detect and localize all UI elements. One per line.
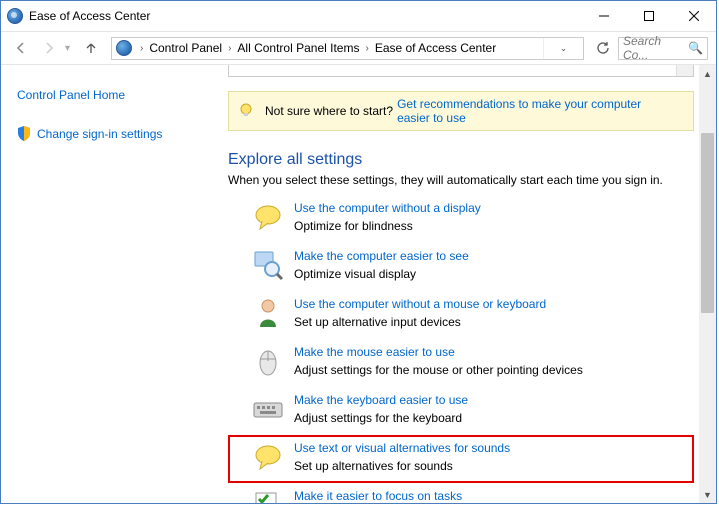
- setting-link[interactable]: Use the computer without a display: [294, 201, 481, 215]
- keyboard-icon: [252, 393, 284, 425]
- sidebar-signin-link[interactable]: Change sign-in settings: [17, 121, 204, 146]
- maximize-button[interactable]: [626, 2, 671, 31]
- scroll-up-button[interactable]: ▲: [699, 65, 716, 82]
- crumb-ease-of-access[interactable]: Ease of Access Center: [373, 41, 498, 55]
- crumb-control-panel[interactable]: Control Panel: [147, 41, 224, 55]
- recommendation-link[interactable]: Get recommendations to make your compute…: [397, 97, 677, 125]
- setting-item-no-mouse-keyboard: Use the computer without a mouse or keyb…: [228, 291, 694, 339]
- setting-desc: Adjust settings for the keyboard: [294, 411, 468, 425]
- close-button[interactable]: [671, 2, 716, 31]
- address-icon: [116, 40, 132, 56]
- setting-link[interactable]: Use the computer without a mouse or keyb…: [294, 297, 546, 311]
- setting-link[interactable]: Make the keyboard easier to use: [294, 393, 468, 407]
- crumb-all-items[interactable]: All Control Panel Items: [235, 41, 361, 55]
- address-bar[interactable]: › Control Panel › All Control Panel Item…: [111, 37, 584, 60]
- navbar: ▾ › Control Panel › All Control Panel It…: [1, 31, 716, 65]
- setting-item-sound-alternatives: Use text or visual alternatives for soun…: [228, 435, 694, 483]
- magnifier-icon: [252, 249, 284, 281]
- recent-dropdown[interactable]: ▾: [65, 43, 75, 54]
- setting-link[interactable]: Use text or visual alternatives for soun…: [294, 441, 510, 455]
- crumb-sep-icon: ›: [136, 43, 147, 54]
- sidebar-signin-label: Change sign-in settings: [37, 127, 162, 141]
- scroll-down-button[interactable]: ▼: [699, 486, 716, 503]
- window-title: Ease of Access Center: [29, 9, 150, 23]
- setting-item-focus-tasks: Make it easier to focus on tasks: [228, 483, 694, 503]
- page-subheading: When you select these settings, they wil…: [228, 173, 694, 187]
- speech-bubble-icon: [252, 441, 284, 473]
- setting-desc: Adjust settings for the mouse or other p…: [294, 363, 583, 377]
- lightbulb-icon: [237, 102, 255, 120]
- setting-desc: Optimize visual display: [294, 267, 469, 281]
- body: Control Panel Home Change sign-in settin…: [1, 65, 716, 503]
- setting-item-keyboard: Make the keyboard easier to use Adjust s…: [228, 387, 694, 435]
- sidebar: Control Panel Home Change sign-in settin…: [1, 65, 216, 503]
- setting-desc: Optimize for blindness: [294, 219, 481, 233]
- person-icon: [252, 297, 284, 329]
- mouse-icon: [252, 345, 284, 377]
- window-controls: [581, 2, 716, 31]
- search-icon: 🔍: [688, 41, 703, 55]
- quick-access-stub: [228, 65, 694, 77]
- page-heading: Explore all settings: [228, 151, 362, 169]
- recommendation-prompt: Not sure where to start?: [265, 104, 393, 118]
- setting-item-mouse: Make the mouse easier to use Adjust sett…: [228, 339, 694, 387]
- address-dropdown[interactable]: ⌄: [543, 38, 583, 59]
- refresh-button[interactable]: [592, 37, 614, 59]
- checklist-icon: [252, 489, 284, 503]
- up-button[interactable]: [79, 36, 103, 60]
- shield-icon: [17, 126, 31, 141]
- window: Ease of Access Center ▾ › Control Panel …: [0, 0, 717, 504]
- app-icon: [7, 8, 23, 24]
- setting-link[interactable]: Make the computer easier to see: [294, 249, 469, 263]
- setting-desc: Set up alternative input devices: [294, 315, 546, 329]
- back-button[interactable]: [9, 36, 33, 60]
- setting-item-no-display: Use the computer without a display Optim…: [228, 195, 694, 243]
- forward-button[interactable]: [37, 36, 61, 60]
- settings-list: Use the computer without a display Optim…: [228, 195, 694, 503]
- setting-link[interactable]: Make the mouse easier to use: [294, 345, 583, 359]
- recommendation-box: Not sure where to start? Get recommendat…: [228, 91, 694, 131]
- crumb-sep-icon: ›: [361, 43, 372, 54]
- search-placeholder: Search Co...: [623, 34, 688, 62]
- scrollbar[interactable]: ▲ ▼: [699, 65, 716, 503]
- crumb-sep-icon: ›: [224, 43, 235, 54]
- setting-link[interactable]: Make it easier to focus on tasks: [294, 489, 462, 503]
- sidebar-home-link[interactable]: Control Panel Home: [17, 83, 204, 107]
- search-input[interactable]: Search Co... 🔍: [618, 37, 708, 60]
- speech-bubble-icon: [252, 201, 284, 233]
- chevron-down-icon: ⌄: [560, 43, 568, 54]
- titlebar: Ease of Access Center: [1, 1, 716, 31]
- minimize-button[interactable]: [581, 2, 626, 31]
- scroll-thumb[interactable]: [701, 133, 714, 313]
- setting-item-easier-see: Make the computer easier to see Optimize…: [228, 243, 694, 291]
- setting-desc: Set up alternatives for sounds: [294, 459, 510, 473]
- main-content: Not sure where to start? Get recommendat…: [216, 65, 716, 503]
